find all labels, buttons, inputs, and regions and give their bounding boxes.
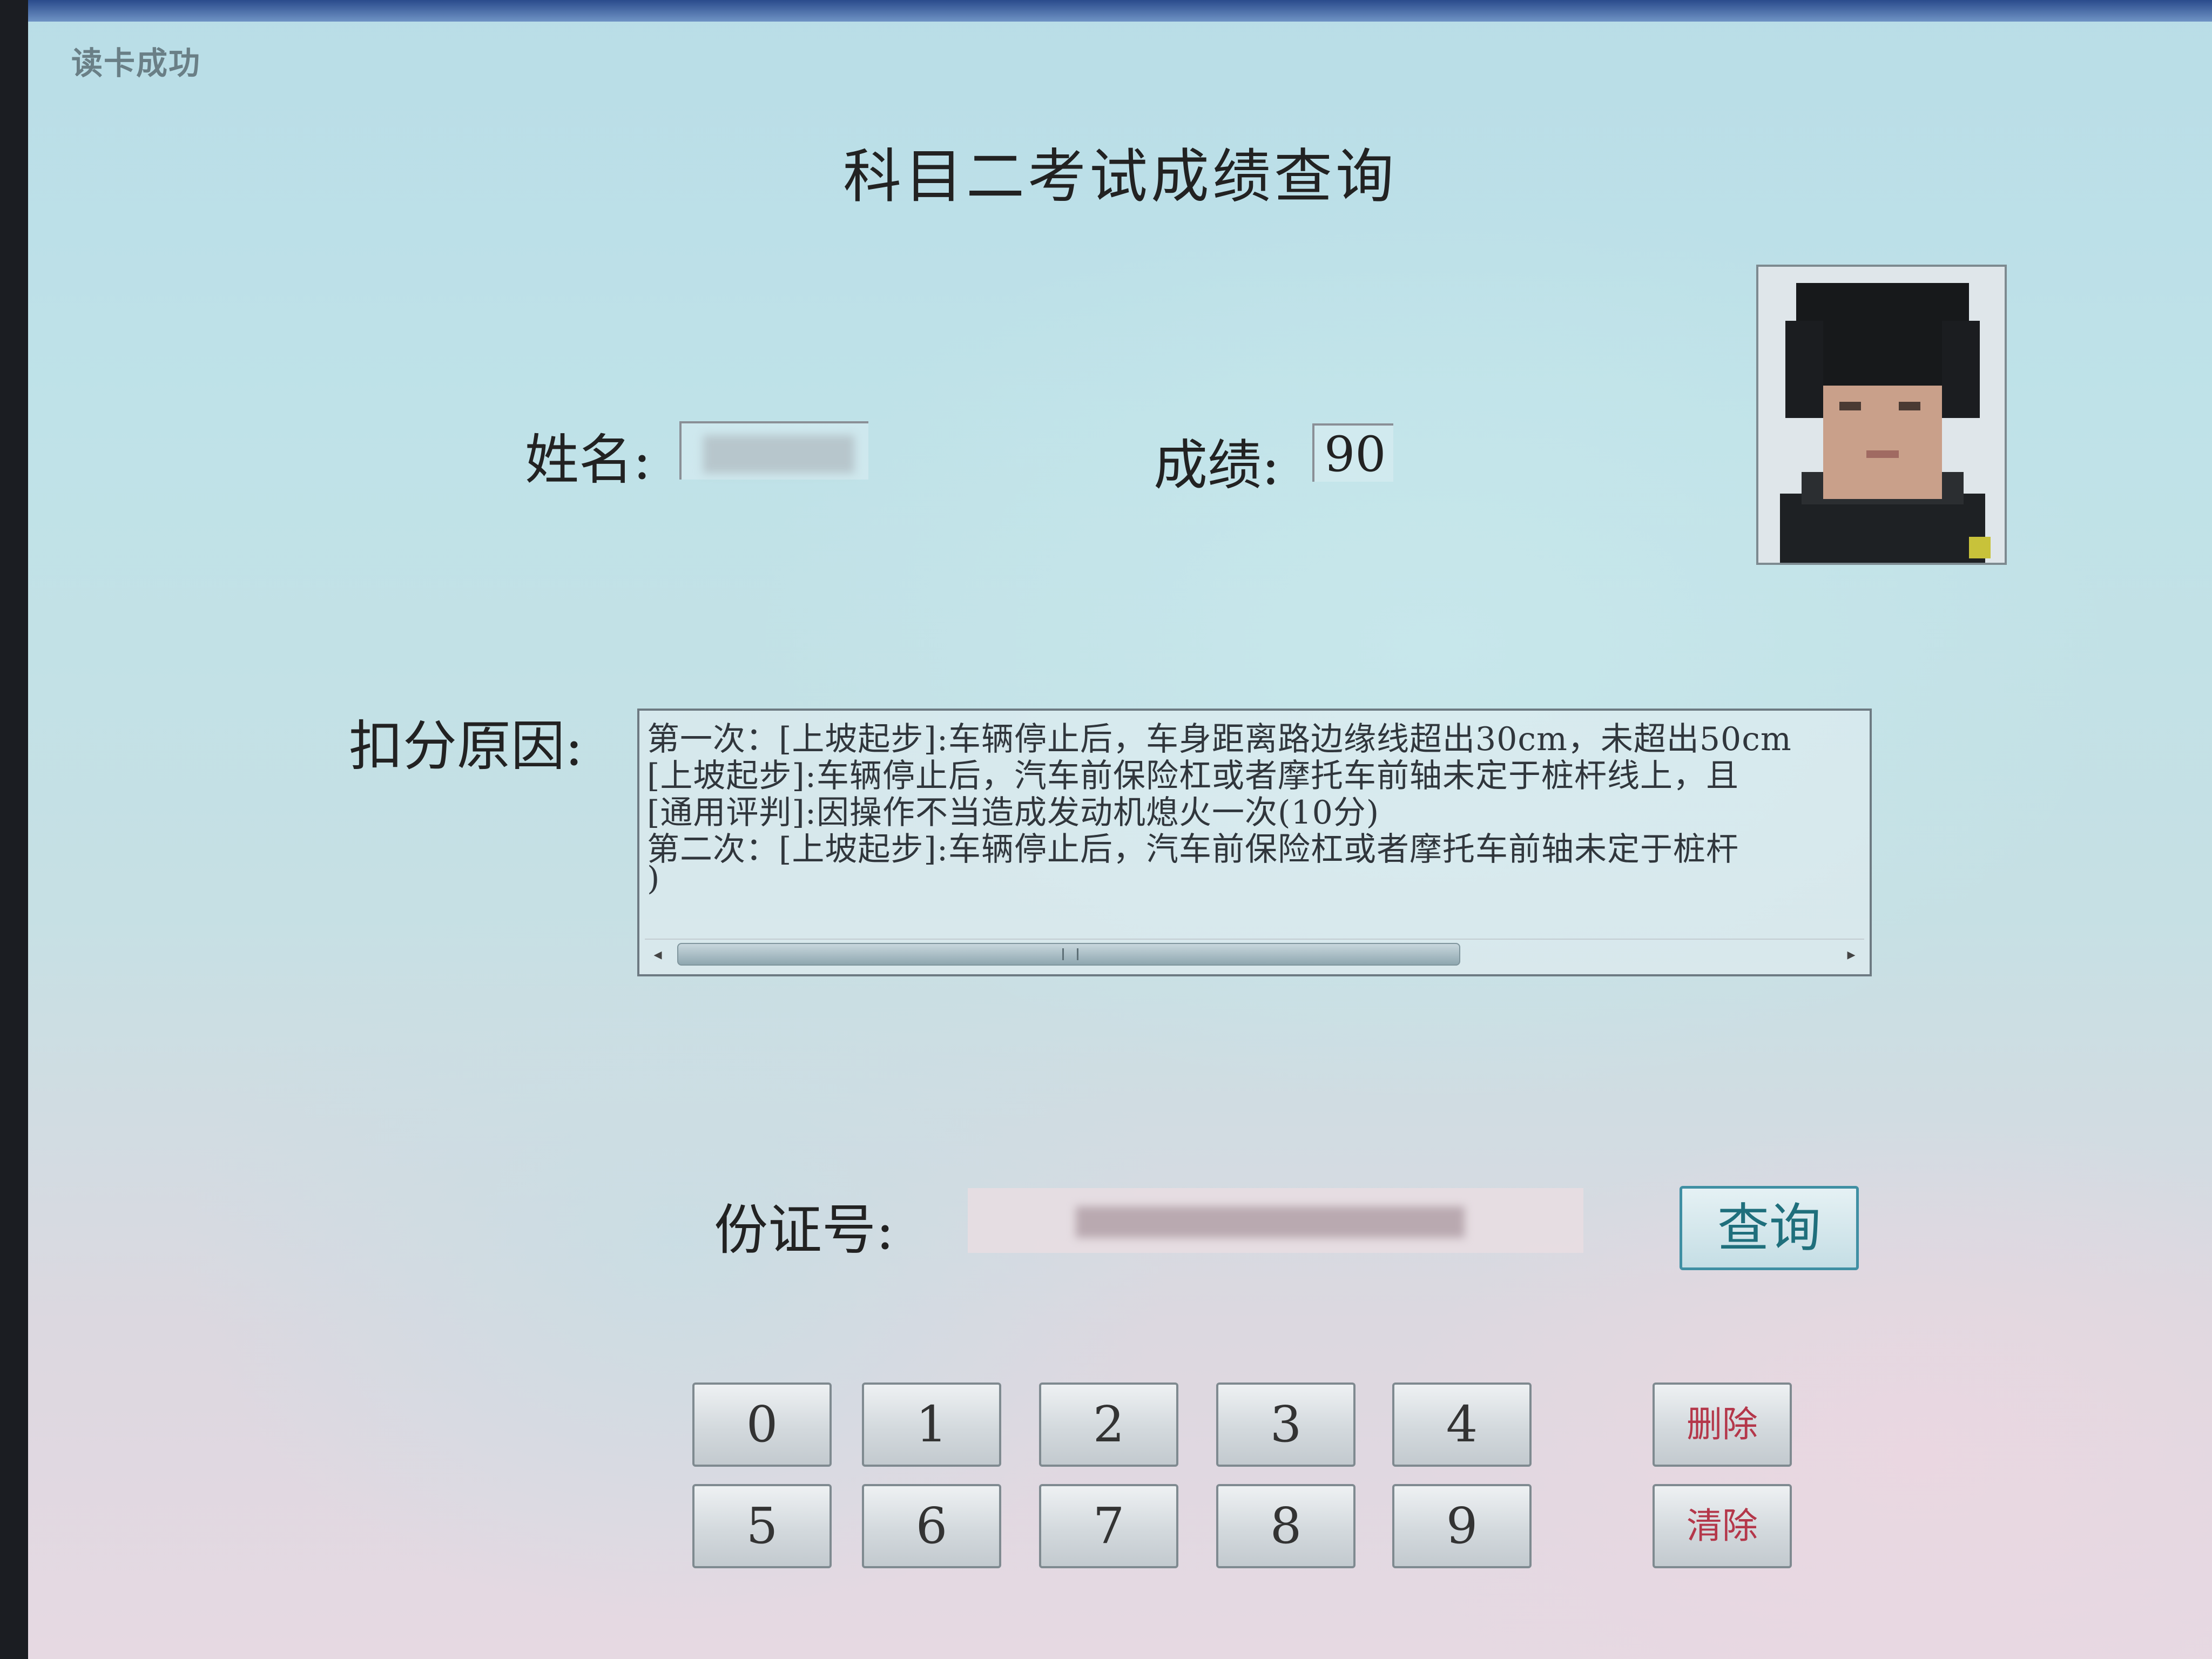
name-label: 姓名: bbox=[525, 428, 651, 491]
deduction-line: ) bbox=[647, 860, 660, 898]
delete-button[interactable]: 删除 bbox=[1653, 1382, 1792, 1467]
keypad-7-button[interactable]: 7 bbox=[1039, 1484, 1178, 1568]
kiosk-screen: 读卡成功 科目二考试成绩查询 姓名: 成绩: 90 扣分原因: 第一次：[上坡起… bbox=[28, 0, 2212, 1659]
deduction-label: 扣分原因: bbox=[349, 714, 583, 778]
deduction-line: 第二次：[上坡起步]:车辆停止后，汽车前保险杠或者摩托车前轴未定于桩杆 bbox=[647, 831, 1739, 868]
candidate-photo bbox=[1756, 265, 2007, 565]
name-redaction bbox=[703, 435, 854, 473]
id-number-input[interactable] bbox=[968, 1188, 1583, 1253]
scroll-left-icon[interactable]: ◂ bbox=[647, 944, 669, 966]
id-number-label: 份证号: bbox=[714, 1198, 894, 1262]
horizontal-scrollbar[interactable]: ◂ ▸ bbox=[645, 939, 1864, 969]
keypad-1-button[interactable]: 1 bbox=[862, 1382, 1001, 1467]
query-button[interactable]: 查询 bbox=[1680, 1186, 1859, 1270]
id-number-redaction bbox=[1076, 1206, 1465, 1238]
portrait-image bbox=[1758, 267, 2005, 563]
keypad-4-button[interactable]: 4 bbox=[1392, 1382, 1532, 1467]
status-message: 读卡成功 bbox=[71, 45, 201, 82]
clear-button[interactable]: 清除 bbox=[1653, 1484, 1792, 1568]
page-title: 科目二考试成绩查询 bbox=[842, 143, 1397, 211]
keypad-0-button[interactable]: 0 bbox=[692, 1382, 832, 1467]
grip-icon bbox=[1062, 948, 1078, 960]
window-top-bar bbox=[28, 0, 2212, 22]
score-value: 90 bbox=[1324, 426, 1386, 483]
score-field: 90 bbox=[1312, 423, 1393, 483]
name-field bbox=[679, 421, 868, 480]
score-label: 成绩: bbox=[1154, 434, 1280, 497]
scrollbar-thumb[interactable] bbox=[677, 943, 1460, 966]
keypad-2-button[interactable]: 2 bbox=[1039, 1382, 1178, 1467]
keypad-8-button[interactable]: 8 bbox=[1216, 1484, 1355, 1568]
keypad-6-button[interactable]: 6 bbox=[862, 1484, 1001, 1568]
scroll-right-icon[interactable]: ▸ bbox=[1840, 944, 1862, 966]
deduction-reason-box[interactable]: 第一次：[上坡起步]:车辆停止后，车身距离路边缘线超出30cm，未超出50cm … bbox=[637, 709, 1872, 976]
keypad-9-button[interactable]: 9 bbox=[1392, 1484, 1532, 1568]
keypad-3-button[interactable]: 3 bbox=[1216, 1382, 1355, 1467]
keypad-5-button[interactable]: 5 bbox=[692, 1484, 832, 1568]
